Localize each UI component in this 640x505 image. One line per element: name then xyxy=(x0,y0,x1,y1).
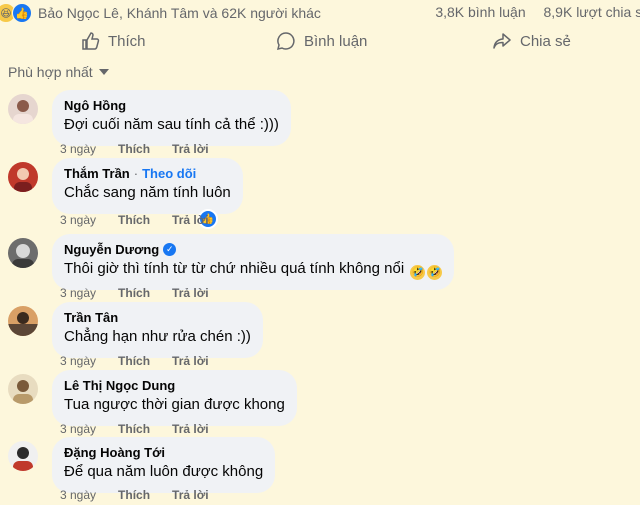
comment-item: Lê Thị Ngọc Dung Tua ngược thời gian đượ… xyxy=(8,370,628,438)
comment-author[interactable]: Nguyễn Dương xyxy=(64,242,159,257)
comment-item: Ngô Hồng Đợi cuối năm sau tính cả thể :)… xyxy=(8,90,628,158)
comment-item: Nguyễn Dương ✓ Thôi giờ thì tính từ từ c… xyxy=(8,234,628,302)
comment-like-link[interactable]: Thích xyxy=(118,488,150,502)
reaction-icons[interactable]: 😆 👍 xyxy=(0,3,32,23)
comment-time[interactable]: 3 ngày xyxy=(60,286,96,300)
avatar[interactable] xyxy=(8,94,38,124)
comment-like-link[interactable]: Thích xyxy=(118,422,150,436)
comment-author[interactable]: Thắm Trần xyxy=(64,166,130,181)
separator-dot: · xyxy=(133,166,139,181)
reaction-summary-bar: 😆 👍 Bảo Ngọc Lê, Khánh Tâm và 62K người … xyxy=(0,0,640,26)
comment-sort-dropdown[interactable]: Phù hợp nhất xyxy=(8,64,109,80)
comment-like-link[interactable]: Thích xyxy=(118,354,150,368)
comment-meta: 3 ngày Thích Trả lời xyxy=(60,354,209,368)
comment-text: Chắc sang năm tính luôn xyxy=(64,184,231,201)
share-button-label: Chia sẻ xyxy=(520,32,571,50)
comment-text: Tua ngược thời gian được khong xyxy=(64,396,285,413)
comment-time[interactable]: 3 ngày xyxy=(60,488,96,502)
avatar[interactable] xyxy=(8,306,38,336)
reactors-summary[interactable]: Bảo Ngọc Lê, Khánh Tâm và 62K người khác xyxy=(38,5,321,21)
comment-author[interactable]: Ngô Hồng xyxy=(64,98,126,113)
sort-label: Phù hợp nhất xyxy=(8,64,93,80)
comment-author[interactable]: Trần Tân xyxy=(64,310,118,325)
post-actions: Thích Bình luận Chia sẻ xyxy=(0,26,640,56)
comment-text: Chẳng hạn như rửa chén :)) xyxy=(64,328,251,345)
comment-bubble: Trần Tân Chẳng hạn như rửa chén :)) xyxy=(52,302,263,358)
verified-badge-icon: ✓ xyxy=(163,243,177,256)
comment-like-link[interactable]: Thích xyxy=(118,213,150,227)
comment-text: Đợi cuối năm sau tính cả thể :))) xyxy=(64,116,279,133)
avatar[interactable] xyxy=(8,162,38,192)
laughing-emoji-icon: 🤣 xyxy=(427,265,443,280)
caret-down-icon xyxy=(98,69,109,75)
share-arrow-icon xyxy=(493,33,511,49)
comment-bubble: Thắm Trần · Theo dõi Chắc sang năm tính … xyxy=(52,158,243,214)
comment-bubble: Đặng Hoàng Tới Để qua năm luôn được khôn… xyxy=(52,437,276,493)
comment-bubble: Ngô Hồng Đợi cuối năm sau tính cả thể :)… xyxy=(52,90,291,146)
comment-item: Thắm Trần · Theo dõi Chắc sang năm tính … xyxy=(8,158,628,230)
comment-reply-link[interactable]: Trả lời xyxy=(172,213,209,227)
comment-reply-link[interactable]: Trả lời xyxy=(172,286,209,300)
comment-like-link[interactable]: Thích xyxy=(118,286,150,300)
comment-like-link[interactable]: Thích xyxy=(118,142,150,156)
comment-author[interactable]: Lê Thị Ngọc Dung xyxy=(64,378,175,393)
like-button[interactable]: Thích xyxy=(80,31,146,51)
laughing-emoji-icon: 🤣 xyxy=(410,265,426,280)
comment-author[interactable]: Đặng Hoàng Tới xyxy=(64,445,165,460)
comment-meta: 3 ngày Thích Trả lời xyxy=(60,142,209,156)
comment-bubble: Nguyễn Dương ✓ Thôi giờ thì tính từ từ c… xyxy=(52,234,455,290)
follow-button[interactable]: Theo dõi xyxy=(142,166,196,181)
comment-button-label: Bình luận xyxy=(304,32,368,50)
share-count[interactable]: 8,9K lượt chia sẻ xyxy=(544,4,640,20)
comment-item: Đặng Hoàng Tới Để qua năm luôn được khôn… xyxy=(8,437,628,505)
comment-meta: 3 ngày Thích Trả lời xyxy=(60,422,209,436)
comment-meta: 3 ngày Thích Trả lời xyxy=(60,286,209,300)
comment-time[interactable]: 3 ngày xyxy=(60,354,96,368)
comment-meta: 3 ngày Thích Trả lời xyxy=(60,488,209,502)
comment-time[interactable]: 3 ngày xyxy=(60,422,96,436)
comment-bubble: Lê Thị Ngọc Dung Tua ngược thời gian đượ… xyxy=(52,370,297,426)
thumbs-up-icon xyxy=(82,32,100,50)
like-reaction-icon: 👍 xyxy=(12,3,32,23)
comment-reply-link[interactable]: Trả lời xyxy=(172,422,209,436)
comment-time[interactable]: 3 ngày xyxy=(60,213,96,227)
comment-text-wrapper: Thôi giờ thì tính từ từ chứ nhiều quá tí… xyxy=(64,260,443,280)
avatar[interactable] xyxy=(8,238,38,268)
avatar[interactable] xyxy=(8,374,38,404)
like-button-label: Thích xyxy=(108,32,146,50)
comment-text: Thôi giờ thì tính từ từ chứ nhiều quá tí… xyxy=(64,260,405,277)
comment-text: Để qua năm luôn được không xyxy=(64,463,264,480)
comment-item: Trần Tân Chẳng hạn như rửa chén :)) 3 ng… xyxy=(8,302,628,370)
comment-time[interactable]: 3 ngày xyxy=(60,142,96,156)
comment-count[interactable]: 3,8K bình luận xyxy=(435,4,525,20)
comment-reply-link[interactable]: Trả lời xyxy=(172,354,209,368)
comment-reply-link[interactable]: Trả lời xyxy=(172,488,209,502)
share-button[interactable]: Chia sẻ xyxy=(492,31,571,51)
comment-reply-link[interactable]: Trả lời xyxy=(172,142,209,156)
avatar[interactable] xyxy=(8,441,38,471)
comment-button[interactable]: Bình luận xyxy=(276,31,367,51)
comment-meta: 3 ngày Thích Trả lời xyxy=(60,213,209,227)
post-counts: 3,8K bình luận 8,9K lượt chia sẻ xyxy=(421,4,640,20)
comment-bubble-icon xyxy=(276,32,295,51)
